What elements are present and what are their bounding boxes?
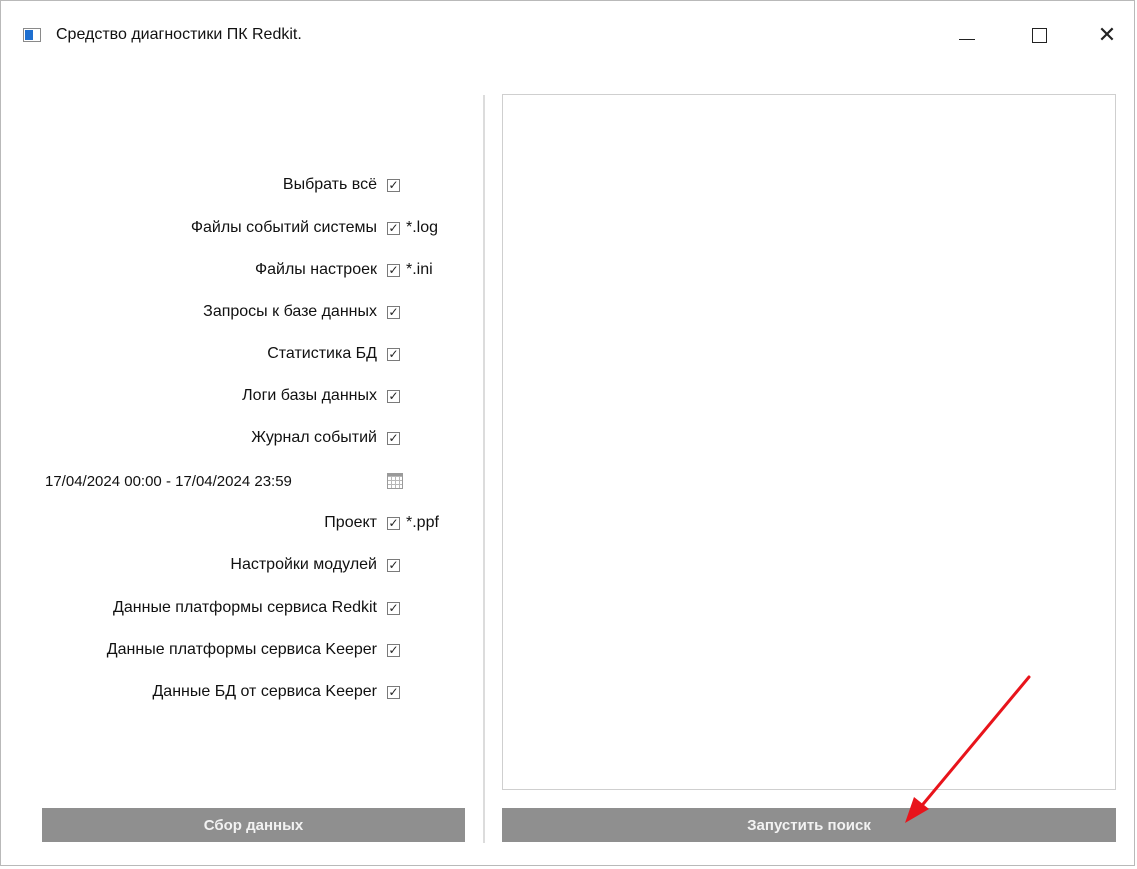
annotation-arrow-icon — [905, 675, 1031, 823]
app-window: Средство диагностики ПК Redkit. ✕ Выбрат… — [0, 0, 1135, 866]
